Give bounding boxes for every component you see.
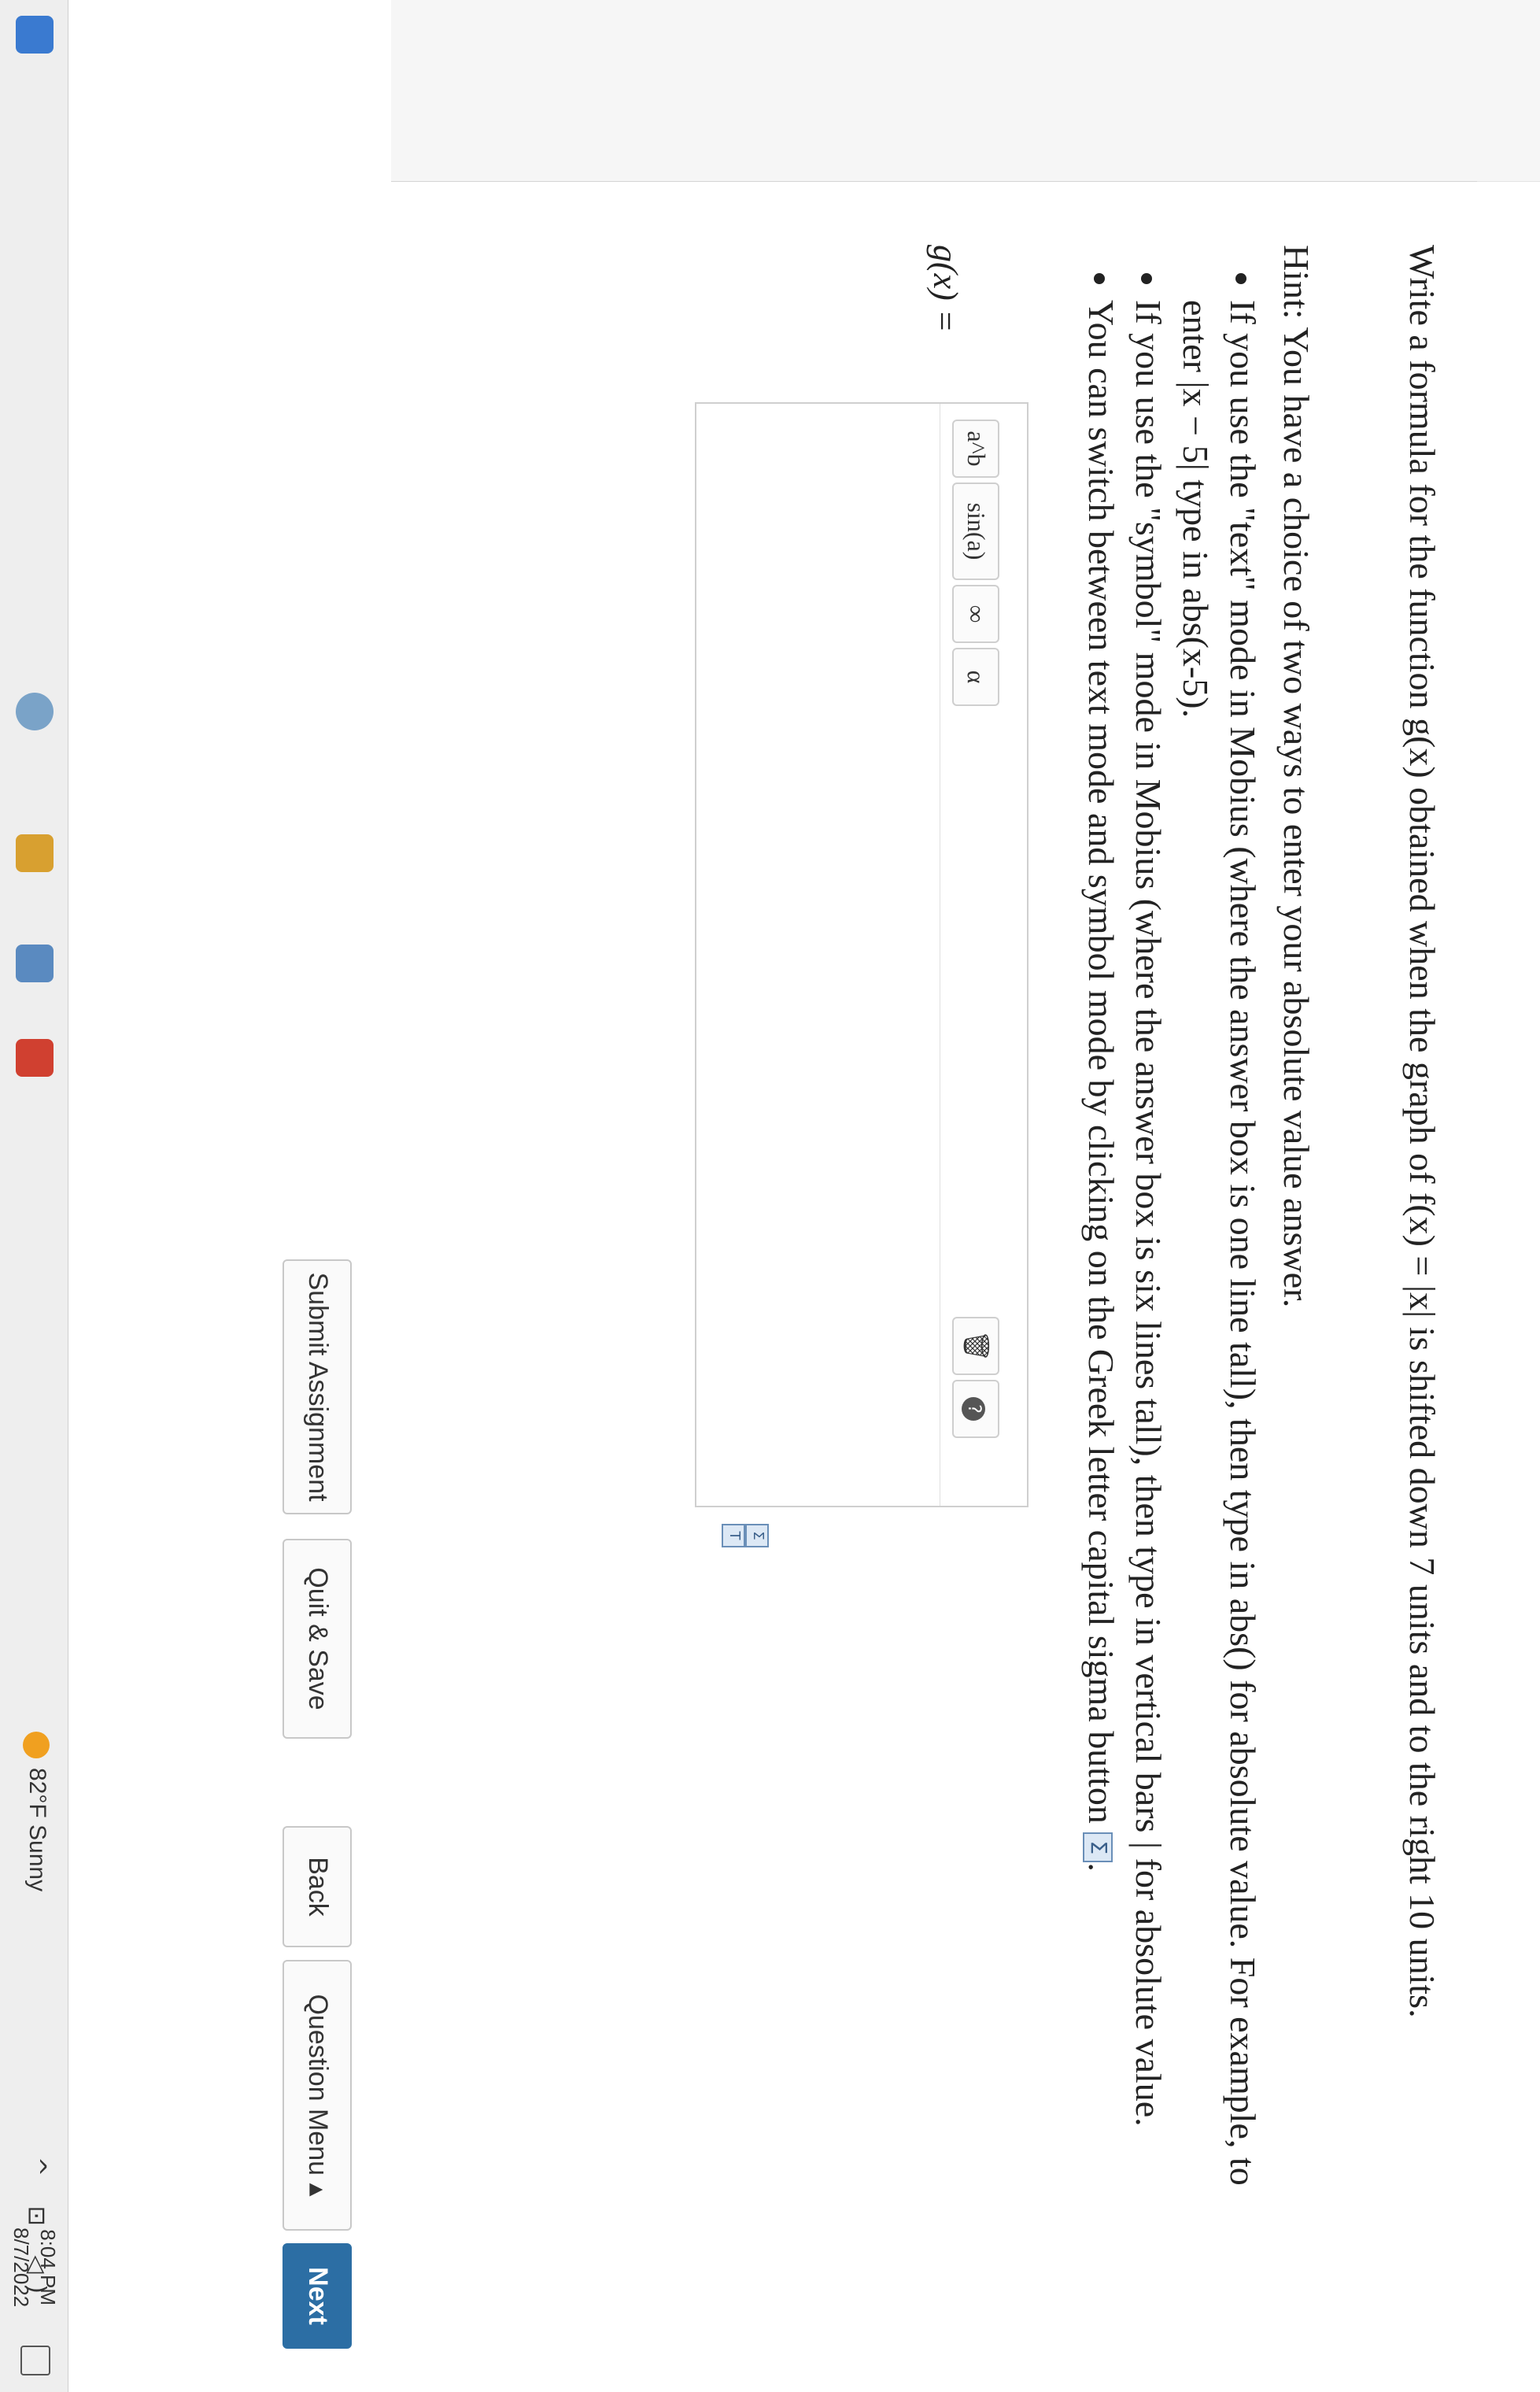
alpha-button[interactable]: α <box>952 648 999 706</box>
answer-label: g(x) = <box>926 245 965 333</box>
quit-save-button[interactable]: Quit & Save <box>283 1539 352 1739</box>
help-icon: ? <box>962 1397 986 1421</box>
hint-intro: Hint: You have a choice of two ways to e… <box>1276 245 1317 1308</box>
trash-button[interactable]: 🗑 <box>952 1317 999 1375</box>
next-button[interactable]: Next <box>283 2243 352 2349</box>
notification-icon[interactable] <box>20 2346 50 2375</box>
editor-toolbar: a^b sin(a) ∞ α 🗑 ? <box>940 404 1027 1506</box>
submit-assignment-button[interactable]: Submit Assignment <box>283 1259 352 1514</box>
question-page: Write a formula for the function g(x) ob… <box>391 181 1477 2307</box>
answer-input[interactable] <box>696 404 940 1506</box>
text-mode-icon[interactable]: T <box>722 1524 745 1547</box>
app-icon[interactable] <box>16 834 54 872</box>
question-text: Write a formula for the function g(x) ob… <box>1402 245 1442 2018</box>
question-menu-button[interactable]: Question Menu ▴ <box>283 1960 352 2231</box>
hint-item-switch-mode: You can switch between text mode and sym… <box>1077 300 1125 2260</box>
screen: Write a formula for the function g(x) ob… <box>0 0 1540 2392</box>
trash-icon: 🗑 <box>962 1329 992 1362</box>
office-icon[interactable] <box>16 1039 54 1077</box>
back-button[interactable]: Back <box>283 1826 352 1947</box>
clock[interactable]: 8:04 PM 8/7/2022 <box>8 2227 61 2307</box>
infinity-button[interactable]: ∞ <box>952 585 999 643</box>
power-button[interactable]: a^b <box>952 420 999 478</box>
sigma-icon: Σ <box>1082 1832 1113 1863</box>
hint-list: If you use the "text" mode in Mobius (wh… <box>1077 245 1266 2260</box>
hint-block: Hint: You have a choice of two ways to e… <box>1077 245 1320 2260</box>
hint-item-symbol-mode: If you use the "symbol" mode in Mobius (… <box>1125 300 1172 2260</box>
hint-period: . <box>1081 1862 1121 1872</box>
answer-row: g(x) = a^b sin(a) ∞ α 🗑 ? ΣT <box>695 245 1029 1819</box>
weather-text: 82°F Sunny <box>24 1768 50 1892</box>
help-button[interactable]: ? <box>952 1380 999 1438</box>
mode-toggle[interactable]: ΣT <box>722 1524 769 1571</box>
clock-date: 8/7/2022 <box>9 2227 33 2308</box>
weather-widget[interactable]: 82°F Sunny <box>22 1732 50 1892</box>
sun-icon <box>22 1732 50 1758</box>
sin-button[interactable]: sin(a) <box>952 482 999 580</box>
search-icon[interactable] <box>16 693 54 730</box>
hint-item-text-mode: If you use the "text" mode in Mobius (wh… <box>1172 300 1266 2260</box>
start-icon[interactable] <box>16 16 54 54</box>
math-editor: a^b sin(a) ∞ α 🗑 ? <box>695 402 1029 1507</box>
taskbar: 82°F Sunny ^ ⊡ ◁) 8:04 PM 8/7/2022 <box>0 0 68 2392</box>
store-icon[interactable] <box>16 945 54 982</box>
hint-item-switch-text: You can switch between text mode and sym… <box>1081 300 1121 1824</box>
clock-time: 8:04 PM <box>36 2229 60 2306</box>
sigma-mode-icon[interactable]: Σ <box>745 1524 769 1547</box>
